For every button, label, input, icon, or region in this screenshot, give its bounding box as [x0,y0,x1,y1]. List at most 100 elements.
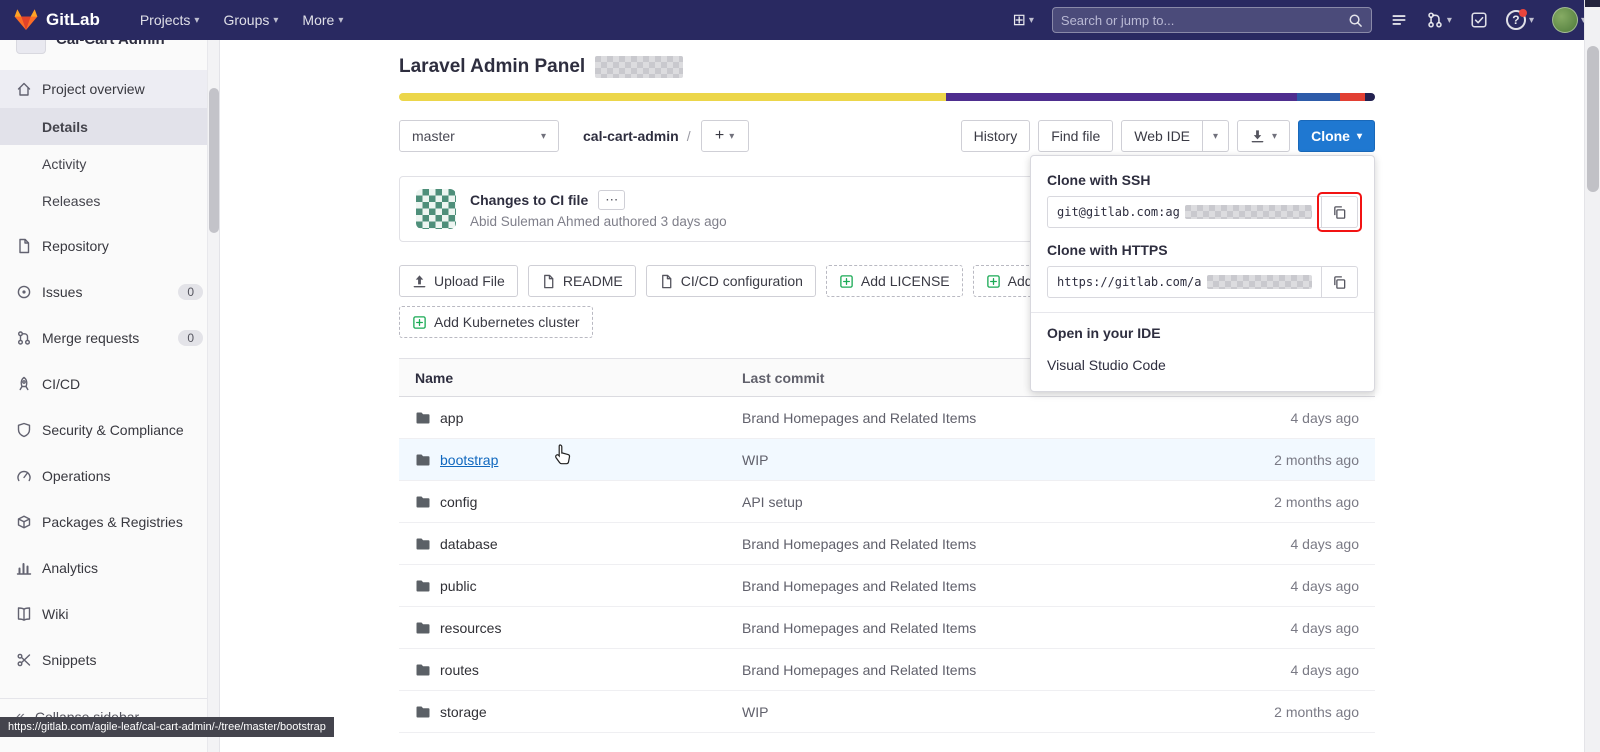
clone-button[interactable]: Clone ▾ [1298,120,1375,152]
new-menu-button[interactable]: ⊞ ▾ [1012,10,1033,30]
chevron-down-icon: ▾ [273,14,279,26]
help-menu-button[interactable]: ? ▾ [1505,9,1534,30]
last-update-time: 4 days ago [1290,577,1360,594]
navbar-menu[interactable]: Groups ▾ [211,0,290,40]
search-icon [1348,13,1363,28]
page-scrollbar-track[interactable] [1584,0,1600,752]
status-url-tooltip: https://gitlab.com/agile-leaf/cal-cart-a… [0,717,334,737]
sidebar-item[interactable]: Details [0,108,219,145]
commit-message-link[interactable]: WIP [742,704,1215,720]
table-row[interactable]: routes Brand Homepages and Related Items… [399,649,1375,691]
issues-nav-icon[interactable] [1390,11,1408,29]
navbar-menu[interactable]: More ▾ [290,0,355,40]
sidebar-item[interactable]: Security & Compliance [0,411,219,449]
sidebar-item[interactable]: Activity [0,145,219,182]
table-row[interactable]: resources Brand Homepages and Related It… [399,607,1375,649]
file-name-link[interactable]: resources [440,620,501,636]
language-bar[interactable] [399,93,1375,101]
global-search[interactable] [1051,7,1372,33]
repo-action-button[interactable]: Add LICENSE [825,265,963,297]
sidebar-item[interactable]: Repository [0,227,219,265]
last-update-time: 2 months ago [1274,703,1359,720]
breadcrumb[interactable]: cal-cart-admin [583,128,679,144]
table-row[interactable]: app Brand Homepages and Related Items 4 … [399,397,1375,439]
sidebar-item[interactable]: Issues 0 [0,273,219,311]
folder-icon [415,620,431,636]
doc-icon [659,274,674,289]
sidebar-item[interactable]: CI/CD [0,365,219,403]
language-segment [1365,93,1375,101]
sidebar-item[interactable]: Merge requests 0 [0,319,219,357]
project-avatar [16,40,46,54]
web-ide-dropdown-button[interactable]: ▾ [1203,120,1230,152]
repo-action-button[interactable]: Upload File [399,265,518,297]
copy-https-url-button[interactable] [1322,266,1358,298]
sidebar-item-label: Analytics [42,560,99,576]
file-name-link[interactable]: routes [440,662,479,678]
table-row[interactable]: storage WIP 2 months ago [399,691,1375,733]
download-button[interactable]: ▾ [1237,120,1291,152]
repo-action-button[interactable]: CI/CD configuration [645,265,816,297]
file-name-link[interactable]: config [440,494,477,510]
commit-message-link[interactable]: API setup [742,494,1215,510]
commit-message-link[interactable]: WIP [742,452,1215,468]
file-name-link[interactable]: bootstrap [440,452,498,468]
commit-message-link[interactable]: Brand Homepages and Related Items [742,578,1215,594]
commit-title[interactable]: Changes to CI file [470,192,588,208]
file-name-link[interactable]: database [440,536,498,552]
table-row[interactable]: config API setup 2 months ago [399,481,1375,523]
navbar-menu[interactable]: Projects ▾ [128,0,212,40]
sidebar-item[interactable]: Analytics [0,549,219,587]
commit-message-link[interactable]: Brand Homepages and Related Items [742,410,1215,426]
sidebar-scrollbar-thumb[interactable] [209,88,219,233]
sidebar-item[interactable]: Project overview [0,70,219,108]
https-url-input[interactable]: https://gitlab.com/a [1047,266,1322,298]
find-file-button[interactable]: Find file [1038,120,1114,152]
commit-message-link[interactable]: Brand Homepages and Related Items [742,662,1215,678]
sidebar-item[interactable]: Operations [0,457,219,495]
sidebar-item[interactable]: Releases [0,182,219,219]
project-context[interactable]: Cal-Cart Admin [0,40,219,60]
sidebar-item[interactable]: Packages & Registries [0,503,219,541]
status-url-text: https://gitlab.com/agile-leaf/cal-cart-a… [8,721,326,733]
merge-requests-nav-button[interactable]: ▾ [1426,11,1452,29]
ssh-url-input[interactable]: git@gitlab.com:ag [1047,196,1322,228]
table-row[interactable]: database Brand Homepages and Related Ite… [399,523,1375,565]
commit-expand-button[interactable]: ⋯ [598,189,626,210]
gitlab-logo[interactable]: GitLab [14,8,100,32]
file-name-link[interactable]: app [440,410,463,426]
language-segment [1339,93,1366,101]
home-icon [16,81,32,97]
file-name-link[interactable]: storage [440,704,487,720]
table-row[interactable]: public Brand Homepages and Related Items… [399,565,1375,607]
sidebar-item[interactable]: Wiki [0,595,219,633]
web-ide-button[interactable]: Web IDE [1121,120,1204,152]
history-button[interactable]: History [960,120,1031,152]
add-file-dropdown-button[interactable]: + ▾ [700,120,749,152]
sidebar-scrollbar-track[interactable] [207,40,219,752]
repo-action-button[interactable]: Add Kubernetes cluster [399,306,593,338]
commit-author-avatar[interactable] [416,189,456,229]
snippets-icon [16,652,32,668]
user-menu-button[interactable]: ▾ [1551,7,1586,33]
copy-ssh-url-button[interactable] [1317,192,1362,232]
repo-actions-row-2: Add Kubernetes cluster [399,306,593,338]
folder-icon [415,410,431,426]
repo-action-button[interactable]: README [527,265,636,297]
branch-selector[interactable]: master ▾ [399,120,559,152]
commit-message-link[interactable]: Brand Homepages and Related Items [742,536,1215,552]
sidebar-item[interactable]: Snippets [0,641,219,679]
brand-name: GitLab [46,10,100,29]
repo-actions-row: Upload File README CI/CD configuration A… [399,265,1139,297]
navbar-menu-label: More [302,12,335,28]
table-row[interactable]: bootstrap WIP 2 months ago [399,439,1375,481]
shield-icon [16,422,32,438]
commit-message-link[interactable]: Brand Homepages and Related Items [742,620,1215,636]
user-avatar [1551,7,1578,33]
upload-icon [412,274,427,289]
search-input[interactable] [1060,12,1348,28]
file-name-link[interactable]: public [440,578,477,594]
todos-icon[interactable] [1470,11,1488,29]
page-scrollbar-thumb[interactable] [1587,46,1599,192]
vscode-menu-item[interactable]: Visual Studio Code [1047,349,1358,375]
